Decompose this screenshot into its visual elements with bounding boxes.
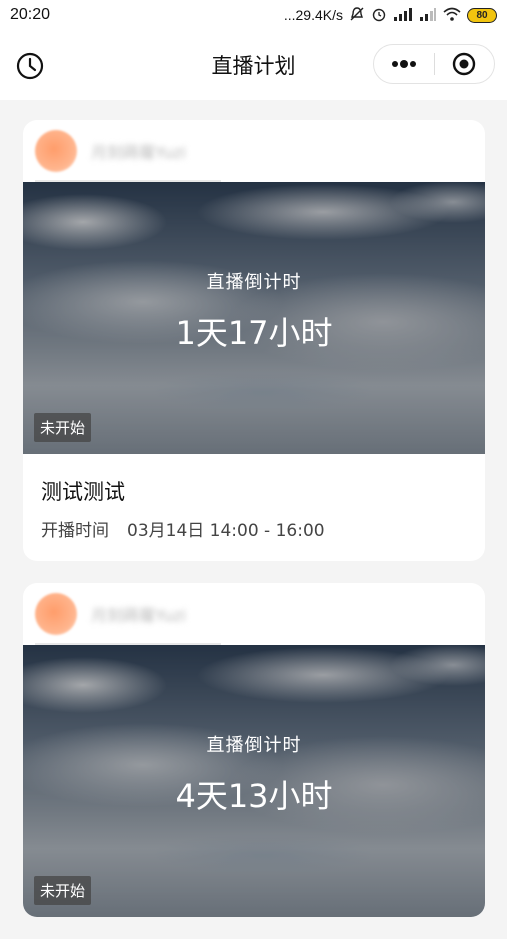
countdown: 直播倒计时 1天17小时 bbox=[23, 268, 485, 354]
more-dots-icon bbox=[391, 60, 416, 68]
countdown-value: 4天13小时 bbox=[175, 777, 333, 815]
nav-bar: 直播计划 bbox=[0, 30, 507, 100]
status-icons: ...29.4K/s 80 bbox=[284, 6, 497, 25]
cover-image: 直播倒计时 1天17小时 未开始 bbox=[23, 182, 485, 454]
status-time: 20:20 bbox=[10, 6, 51, 23]
live-plan-list: 月刻蒔蘿Yuzi 直播倒计时 1天17小时 未开始 测试测试 开播时间 03月1… bbox=[23, 120, 485, 939]
live-title: 测试测试 bbox=[41, 480, 125, 504]
countdown: 直播倒计时 4天13小时 bbox=[23, 731, 485, 817]
alarm-icon bbox=[371, 6, 387, 25]
battery-indicator: 80 bbox=[467, 7, 497, 23]
live-time: 开播时间 03月14日 14:00 - 16:00 bbox=[41, 516, 467, 541]
close-button[interactable] bbox=[435, 45, 495, 83]
status-badge: 未开始 bbox=[34, 876, 92, 905]
time-label: 开播时间 bbox=[41, 521, 109, 541]
target-icon bbox=[453, 52, 476, 76]
live-card[interactable]: 月刻蒔蘿Yuzi 直播倒计时 1天17小时 未开始 测试测试 开播时间 03月1… bbox=[23, 120, 485, 561]
more-button[interactable] bbox=[374, 45, 434, 83]
mini-program-capsule bbox=[373, 44, 495, 84]
card-header: 月刻蒔蘿Yuzi bbox=[23, 120, 485, 182]
card-body: 测试测试 开播时间 03月14日 14:00 - 16:00 bbox=[23, 454, 485, 561]
countdown-label: 直播倒计时 bbox=[206, 735, 302, 756]
avatar bbox=[35, 593, 77, 635]
network-speed: ...29.4K/s bbox=[283, 7, 343, 23]
time-value: 03月14日 14:00 - 16:00 bbox=[127, 521, 325, 541]
mute-icon bbox=[349, 6, 365, 25]
avatar bbox=[35, 130, 77, 172]
author-name: 月刻蒔蘿Yuzi bbox=[91, 606, 186, 625]
status-badge: 未开始 bbox=[34, 413, 92, 442]
signal-icon-2 bbox=[419, 7, 437, 24]
countdown-label: 直播倒计时 bbox=[206, 272, 302, 293]
countdown-value: 1天17小时 bbox=[175, 314, 333, 352]
card-header: 月刻蒔蘿Yuzi bbox=[23, 583, 485, 645]
status-bar: 20:20 ...29.4K/s 80 bbox=[0, 0, 507, 30]
wifi-icon bbox=[443, 7, 461, 24]
author-name: 月刻蒔蘿Yuzi bbox=[91, 143, 186, 162]
page-title: 直播计划 bbox=[211, 54, 296, 78]
cover-image: 直播倒计时 4天13小时 未开始 bbox=[23, 645, 485, 917]
signal-icon bbox=[393, 7, 413, 24]
live-card[interactable]: 月刻蒔蘿Yuzi 直播倒计时 4天13小时 未开始 bbox=[23, 583, 485, 917]
history-icon[interactable] bbox=[14, 50, 46, 82]
